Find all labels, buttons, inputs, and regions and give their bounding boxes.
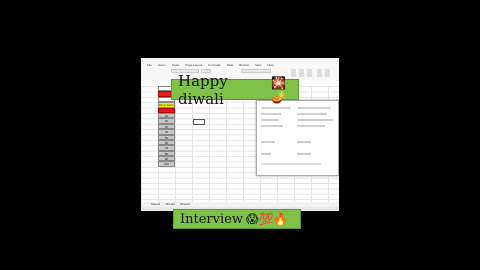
insert-icon[interactable] — [317, 69, 322, 77]
cell-styles-icon[interactable] — [307, 69, 312, 77]
format-table-icon[interactable] — [299, 69, 304, 77]
fireworks-diya-icon: 🎇🪔 — [271, 75, 287, 104]
selected-cell[interactable] — [193, 119, 205, 125]
table-cell[interactable]: 100 — [158, 161, 175, 167]
delete-icon[interactable] — [325, 69, 330, 77]
happy-diwali-caption: Happy diwali 🎇🪔 — [171, 72, 299, 108]
table-cell[interactable]: Drop down — [158, 102, 175, 108]
shock-100-fire-icon: 😱💯🔥 — [245, 212, 289, 226]
interview-caption: Interview 😱💯🔥 — [173, 209, 301, 229]
caption-text: Happy diwali — [178, 71, 228, 108]
format-cells-dialog[interactable] — [256, 100, 339, 176]
caption-text: Interview — [180, 211, 243, 227]
